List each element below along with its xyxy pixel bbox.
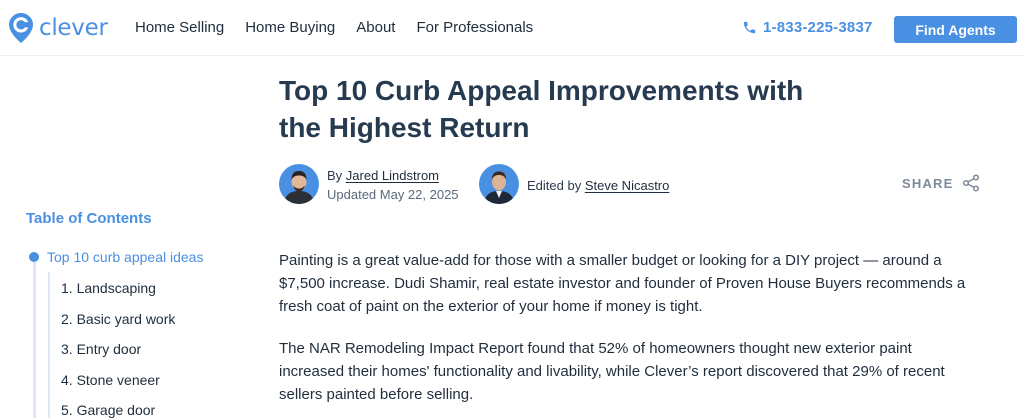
toc-title: Table of Contents <box>26 210 152 227</box>
edited-prefix: Edited by <box>527 178 582 193</box>
toc-item[interactable]: 5. Garage door <box>61 402 155 418</box>
toc-item[interactable]: 4. Stone veneer <box>61 372 160 388</box>
nav-about[interactable]: About <box>356 19 395 36</box>
author-line: By Jared Lindstrom <box>327 168 439 183</box>
updated-date: Updated May 22, 2025 <box>327 187 459 202</box>
article-title: Top 10 Curb Appeal Improvements with the… <box>279 75 804 143</box>
body-paragraph: Painting is a great value-add for those … <box>279 252 966 315</box>
phone-icon <box>743 21 756 34</box>
phone-number: 1-833-225-3837 <box>763 19 873 36</box>
nav-for-professionals[interactable]: For Professionals <box>416 19 533 36</box>
editor-line: Edited by Steve Nicastro <box>527 178 669 193</box>
clever-logo[interactable]: clever <box>8 12 108 44</box>
phone-link[interactable]: 1-833-225-3837 <box>742 19 873 36</box>
toc-progress-track <box>33 262 36 418</box>
by-prefix: By <box>327 168 343 183</box>
author-avatar[interactable] <box>279 164 319 204</box>
body-paragraph: The NAR Remodeling Impact Report found t… <box>279 340 945 403</box>
toc-item[interactable]: 1. Landscaping <box>61 280 156 296</box>
toc-item[interactable]: 2. Basic yard work <box>61 311 175 327</box>
nav-home-selling[interactable]: Home Selling <box>135 19 224 36</box>
editor-link[interactable]: Steve Nicastro <box>585 178 670 193</box>
nav-home-buying[interactable]: Home Buying <box>245 19 335 36</box>
find-agents-button[interactable]: Find Agents <box>894 16 1017 43</box>
author-link[interactable]: Jared Lindstrom <box>346 168 439 183</box>
toc-item-active[interactable]: Top 10 curb appeal ideas <box>47 249 203 265</box>
logo-text: clever <box>39 15 108 41</box>
share-button[interactable]: SHARE <box>902 174 980 192</box>
toc-item[interactable]: 3. Entry door <box>61 341 141 357</box>
toc-active-marker <box>29 252 39 262</box>
share-label: SHARE <box>902 175 954 191</box>
byline: By Jared Lindstrom Updated May 22, 2025 … <box>279 164 979 208</box>
share-icon <box>962 174 979 192</box>
site-header: clever Home Selling Home Buying About Fo… <box>0 0 1024 56</box>
clever-logo-icon <box>9 13 33 43</box>
editor-avatar[interactable] <box>479 164 519 204</box>
toc-sub-track <box>48 272 50 418</box>
main-nav: Home Selling Home Buying About For Profe… <box>135 19 554 36</box>
